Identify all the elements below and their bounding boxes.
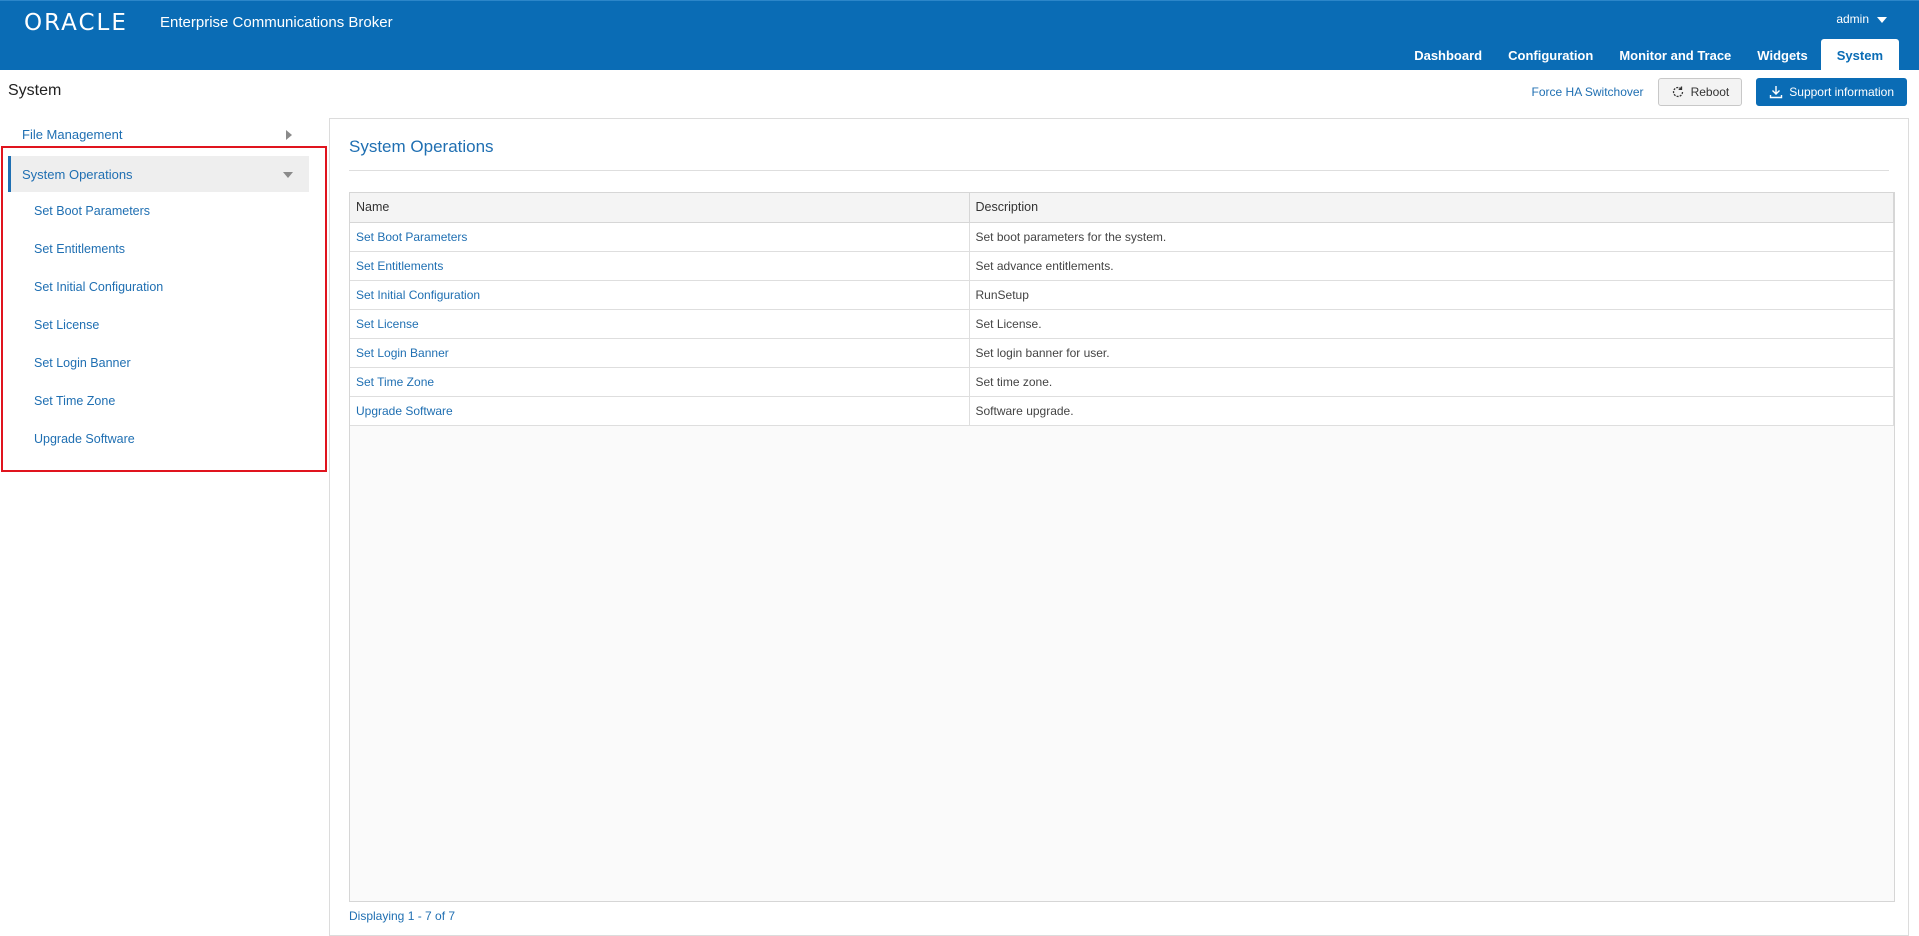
table-row[interactable]: Set Boot Parameters Set boot parameters …	[350, 222, 1894, 252]
nav-tab-widgets[interactable]: Widgets	[1744, 39, 1820, 71]
chevron-down-icon	[283, 172, 293, 178]
product-name: Enterprise Communications Broker	[160, 14, 393, 31]
top-navigation: Dashboard Configuration Monitor and Trac…	[1401, 39, 1899, 71]
sidebar-item-set-initial-configuration[interactable]: Set Initial Configuration	[34, 268, 304, 306]
reboot-button[interactable]: Reboot	[1657, 78, 1743, 106]
row-description: Set License.	[969, 309, 1894, 339]
row-name-link[interactable]: Set Entitlements	[350, 251, 970, 281]
table-row[interactable]: Set Login Banner Set login banner for us…	[350, 338, 1894, 368]
row-name-link[interactable]: Set Boot Parameters	[350, 222, 970, 252]
sidebar-item-set-login-banner[interactable]: Set Login Banner	[34, 344, 304, 382]
oracle-logo[interactable]: ORACLE	[24, 10, 128, 36]
download-icon	[1770, 86, 1783, 99]
page-title: System	[8, 82, 62, 99]
row-description: RunSetup	[969, 280, 1894, 310]
table-row[interactable]: Set Initial Configuration RunSetup	[350, 280, 1894, 310]
support-information-button[interactable]: Support information	[1756, 78, 1907, 106]
app-header: ORACLE Enterprise Communications Broker …	[0, 0, 1919, 71]
nav-tab-dashboard[interactable]: Dashboard	[1401, 39, 1495, 71]
sidebar-item-set-boot-parameters[interactable]: Set Boot Parameters	[34, 192, 304, 230]
table-row[interactable]: Set Entitlements Set advance entitlement…	[350, 251, 1894, 281]
row-name-link[interactable]: Set Initial Configuration	[350, 280, 970, 310]
row-name-link[interactable]: Set License	[350, 309, 970, 339]
sidebar-section-system-operations[interactable]: System Operations	[8, 156, 309, 192]
support-information-label: Support information	[1789, 85, 1894, 99]
table-row[interactable]: Set License Set License.	[350, 309, 1894, 339]
pagination-status: Displaying 1 - 7 of 7	[349, 909, 456, 923]
divider	[349, 170, 1889, 171]
chevron-right-icon	[286, 130, 292, 140]
row-name-link[interactable]: Set Login Banner	[350, 338, 970, 368]
sidebar-item-set-license[interactable]: Set License	[34, 306, 304, 344]
row-name-link[interactable]: Set Time Zone	[350, 367, 970, 397]
chevron-down-icon	[1877, 17, 1887, 23]
sidebar-subitems: Set Boot Parameters Set Entitlements Set…	[34, 192, 304, 458]
sidebar-item-set-time-zone[interactable]: Set Time Zone	[34, 382, 304, 420]
row-name-link[interactable]: Upgrade Software	[350, 396, 970, 426]
column-header-description[interactable]: Description	[969, 193, 1894, 223]
column-header-name[interactable]: Name	[350, 193, 970, 223]
panel-title: System Operations	[349, 137, 494, 156]
sidebar-item-set-entitlements[interactable]: Set Entitlements	[34, 230, 304, 268]
operations-table: Name Description Set Boot Parameters Set…	[350, 193, 1894, 426]
reboot-label: Reboot	[1690, 85, 1730, 99]
sidebar-item-upgrade-software[interactable]: Upgrade Software	[34, 420, 304, 458]
row-description: Set login banner for user.	[969, 338, 1894, 368]
nav-tab-monitor-and-trace[interactable]: Monitor and Trace	[1606, 39, 1744, 71]
row-description: Set time zone.	[969, 367, 1894, 397]
sidebar-item-label: File Management	[22, 126, 123, 142]
row-description: Set advance entitlements.	[969, 251, 1894, 281]
main-panel: System Operations Name Description Set B…	[329, 118, 1909, 936]
row-description: Software upgrade.	[969, 396, 1894, 426]
page-actions: Force HA Switchover Reboot Support infor…	[1532, 78, 1907, 106]
nav-tab-configuration[interactable]: Configuration	[1495, 39, 1606, 71]
row-description: Set boot parameters for the system.	[969, 222, 1894, 252]
operations-table-container[interactable]: Name Description Set Boot Parameters Set…	[349, 192, 1895, 902]
table-row[interactable]: Upgrade Software Software upgrade.	[350, 396, 1894, 426]
sidebar-section-label: System Operations	[22, 166, 133, 182]
force-ha-switchover-link[interactable]: Force HA Switchover	[1532, 85, 1644, 99]
user-name: admin	[1836, 12, 1869, 26]
table-row[interactable]: Set Time Zone Set time zone.	[350, 367, 1894, 397]
user-menu[interactable]: admin	[1836, 12, 1887, 26]
table-header-row: Name Description	[350, 193, 1894, 223]
nav-tab-system[interactable]: System	[1820, 39, 1899, 71]
refresh-icon	[1672, 86, 1683, 98]
